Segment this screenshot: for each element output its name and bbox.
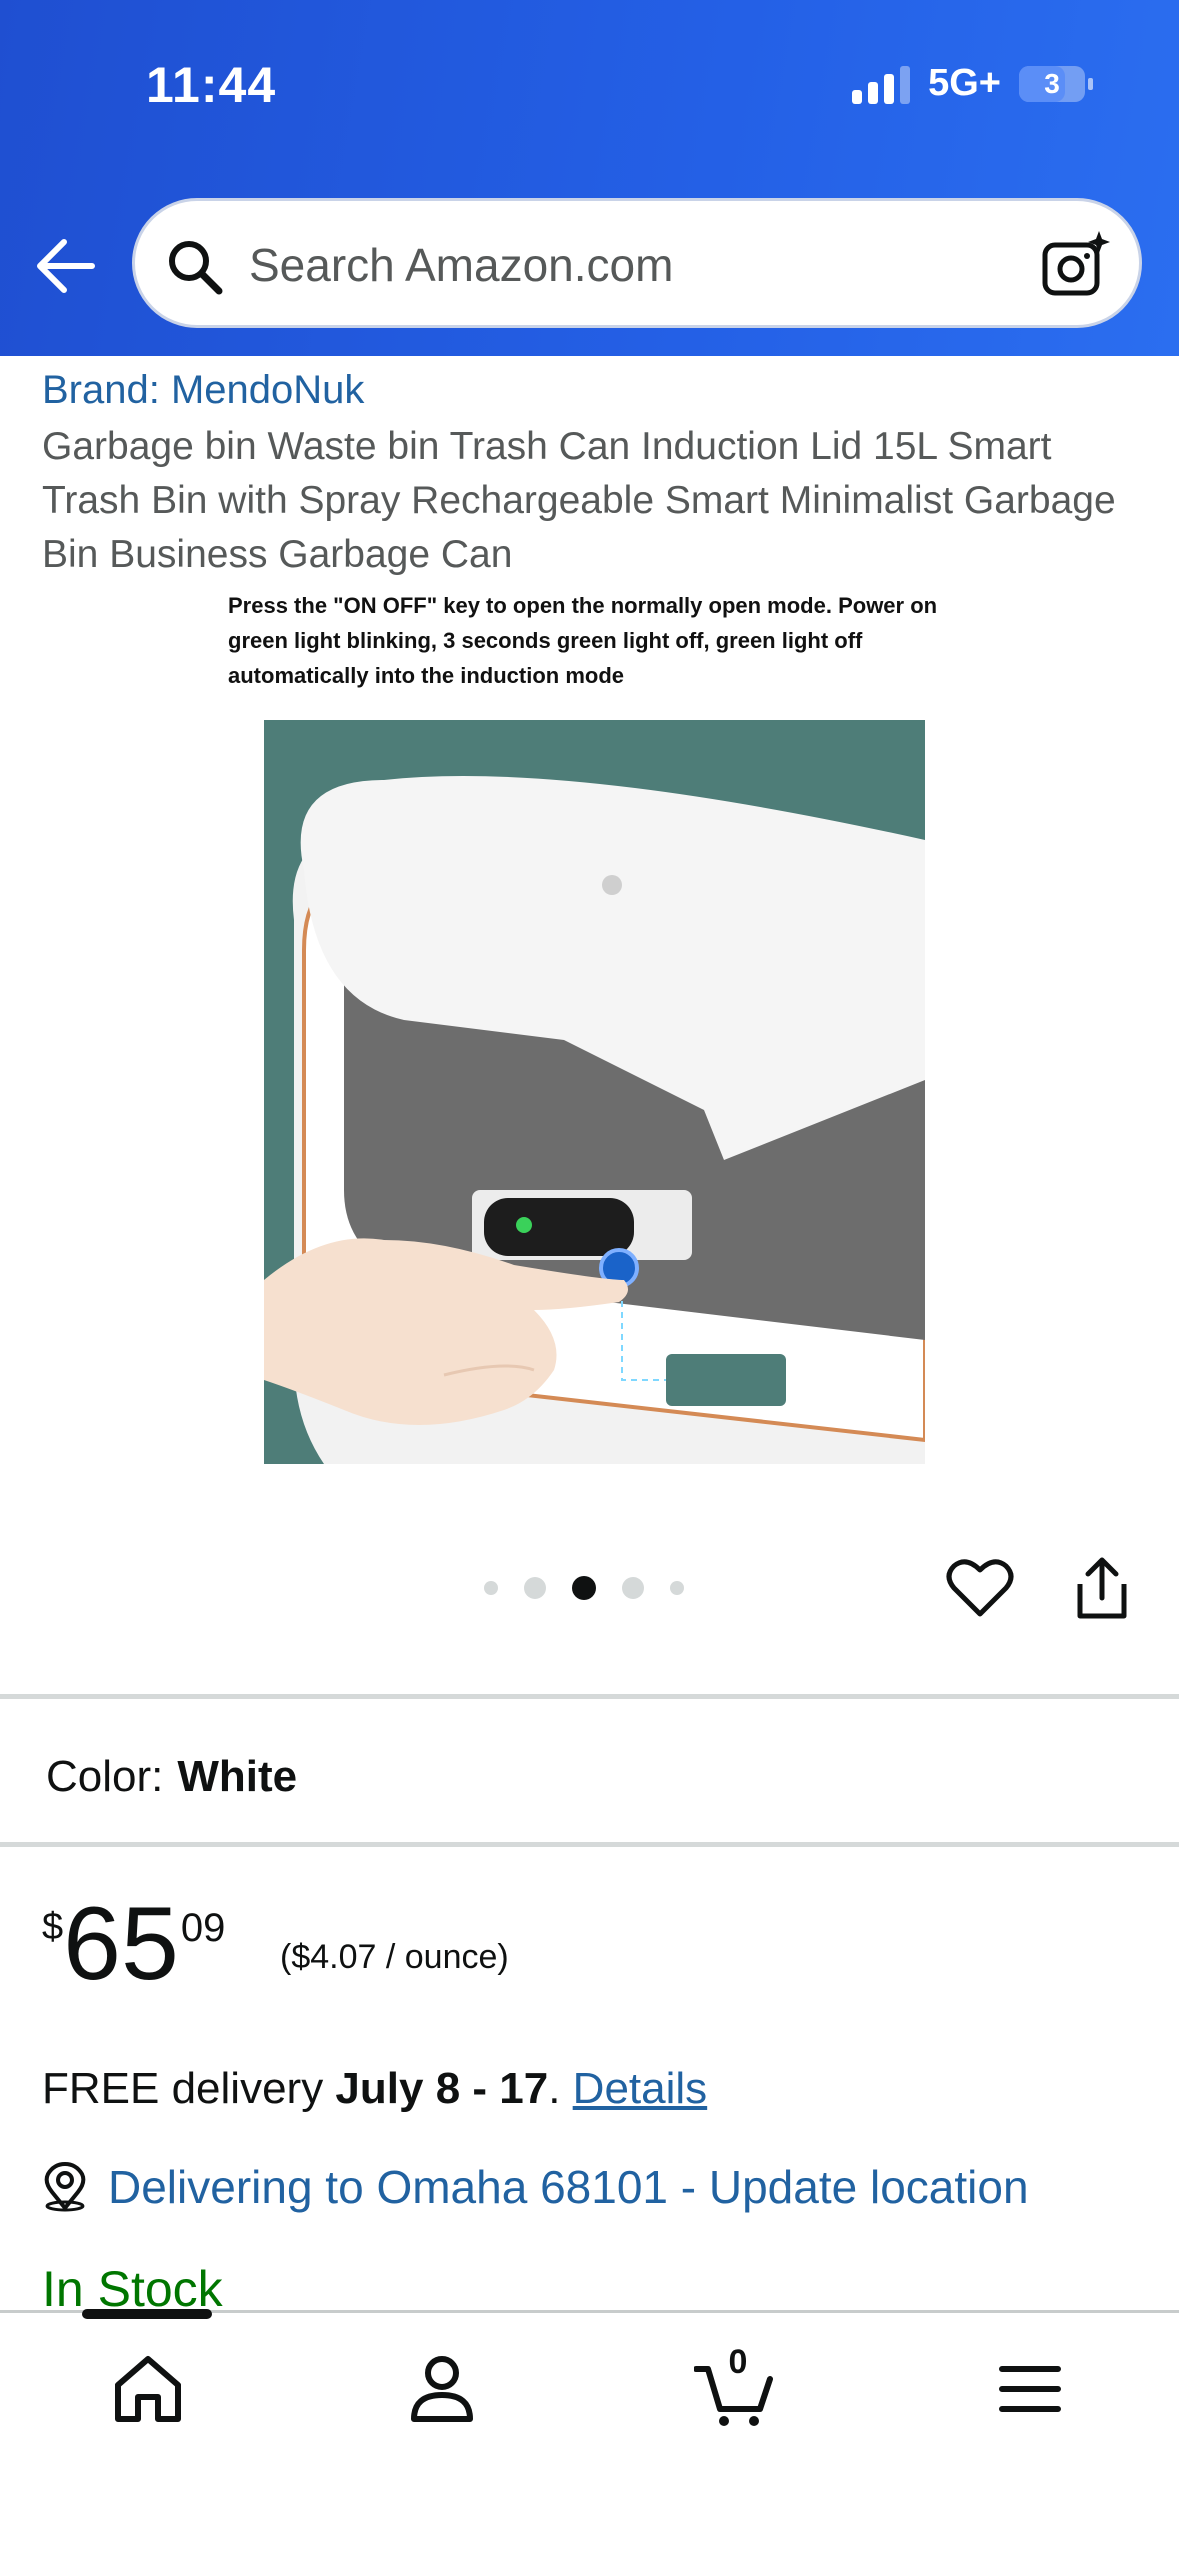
divider <box>0 1694 1179 1699</box>
back-arrow-icon[interactable] <box>34 236 96 296</box>
brand-link[interactable]: Brand: MendoNuk <box>42 368 364 413</box>
update-location-link[interactable]: Delivering to Omaha 68101 - Update locat… <box>108 2160 1029 2214</box>
unit-price: ($4.07 / ounce) <box>280 1938 509 1976</box>
battery-icon: 3 <box>1019 65 1093 102</box>
cart-button[interactable]: 0 <box>693 2343 774 2429</box>
nav-active-indicator <box>82 2309 212 2319</box>
carousel-dot[interactable] <box>670 1581 684 1595</box>
price-fraction: 09 <box>180 1906 226 1950</box>
carousel-dot-active[interactable] <box>572 1576 596 1600</box>
delivery-info: FREE delivery July 8 - 17. Details <box>42 2064 707 2114</box>
color-selector: Color: White <box>46 1752 297 1802</box>
price-whole: 65 <box>63 1886 179 2002</box>
share-icon[interactable] <box>1070 1554 1134 1622</box>
price-symbol: $ <box>42 1906 64 1948</box>
battery-level: 3 <box>1044 67 1060 99</box>
header: 11:44 5G+ 3 <box>0 0 1179 356</box>
details-link[interactable]: Details <box>573 2064 708 2113</box>
delivery-dates: July 8 - 17 <box>335 2064 549 2113</box>
carousel-dot[interactable] <box>524 1577 546 1599</box>
carousel-dot[interactable] <box>622 1577 644 1599</box>
signal-icon <box>852 64 911 104</box>
product-title: Garbage bin Waste bin Trash Can Inductio… <box>42 425 1116 576</box>
image-carousel-dots[interactable] <box>484 1576 684 1600</box>
carousel-dot[interactable] <box>484 1581 498 1595</box>
delivery-separator: . <box>548 2064 561 2113</box>
cart-count: 0 <box>728 2343 748 2381</box>
product-image[interactable] <box>264 720 925 1464</box>
divider <box>0 1842 1179 1847</box>
location-icon <box>44 2162 86 2212</box>
search-input[interactable] <box>247 231 1011 299</box>
search-icon <box>169 241 223 295</box>
status-indicators: 5G+ 3 <box>852 62 1093 105</box>
search-bar[interactable] <box>132 198 1142 328</box>
status-time: 11:44 <box>146 57 277 113</box>
camera-icon[interactable] <box>1039 229 1111 301</box>
price: $ 65 09 <box>42 1892 225 1996</box>
color-label: Color: <box>46 1752 164 1801</box>
color-value: White <box>177 1752 298 1801</box>
account-icon[interactable] <box>402 2349 482 2429</box>
delivery-prefix: FREE delivery <box>42 2064 324 2113</box>
network-type: 5G+ <box>928 62 1001 104</box>
image-caption: Press the "ON OFF" key to open the norma… <box>228 593 938 688</box>
home-icon[interactable] <box>108 2349 188 2429</box>
menu-icon[interactable] <box>990 2349 1070 2429</box>
heart-icon[interactable] <box>946 1556 1014 1620</box>
bottom-nav: 0 <box>0 2309 1179 2556</box>
